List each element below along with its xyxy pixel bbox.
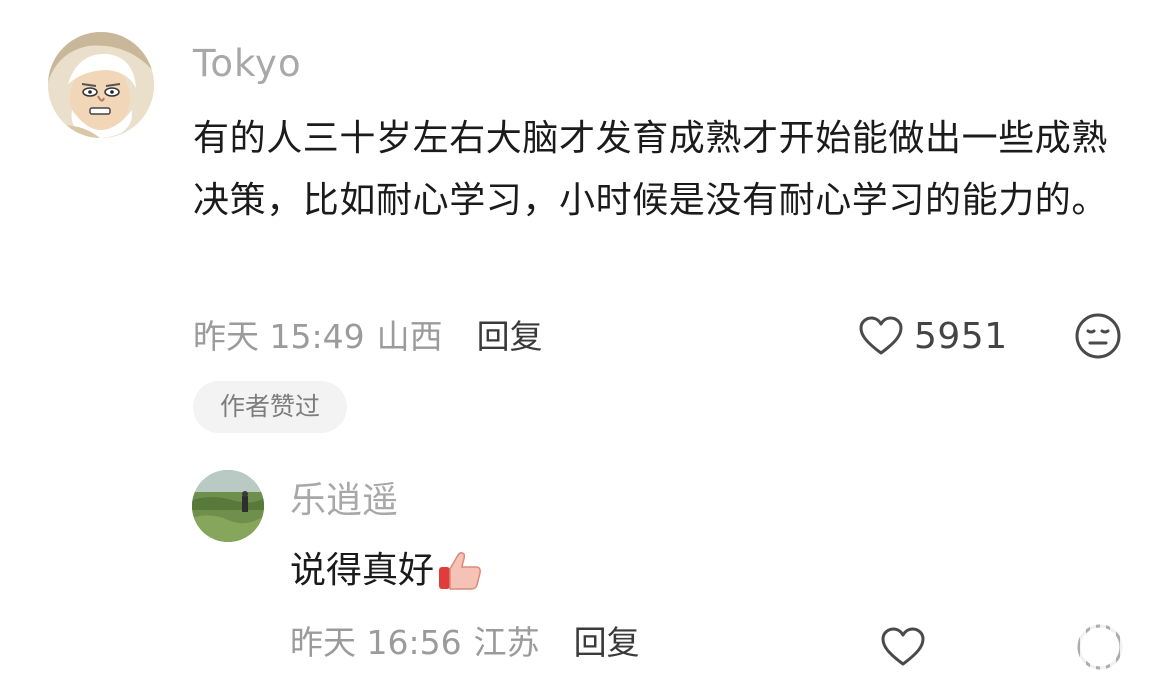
user-avatar[interactable]: [48, 32, 154, 138]
comment-meta: 昨天 15:49 山西 回复: [193, 306, 543, 362]
reply-time: 昨天 16:56: [290, 623, 462, 662]
reply-reply-button[interactable]: 回复: [574, 616, 640, 664]
reply-text: 说得真好: [290, 550, 435, 591]
comment-content: 有的人三十岁左右大脑才发育成熟才开始能做出一些成熟决策，比如耐心学习，小时候是没…: [193, 118, 1109, 221]
comment-username[interactable]: Tokyo: [193, 40, 302, 88]
author-liked-badge: 作者赞过: [193, 381, 347, 433]
reply-content: 说得真好: [290, 540, 484, 602]
reply-username[interactable]: 乐逍遥: [290, 477, 398, 525]
comment-thread: Tokyo 有的人三十岁左右大脑才发育成熟才开始能做出一些成熟决策，比如耐心学习…: [0, 0, 1169, 680]
cartoon-old-man-avatar: [48, 32, 154, 138]
reply-button[interactable]: 回复: [477, 310, 543, 358]
thumbs-up-icon: [439, 551, 481, 590]
dislike-button[interactable]: [1073, 311, 1123, 361]
comment-time: 昨天 15:49: [193, 317, 365, 356]
heart-icon: [859, 316, 903, 355]
like-count: 5951: [914, 315, 1008, 357]
meh-face-icon: [1075, 313, 1121, 359]
heart-icon[interactable]: [880, 626, 926, 668]
watermark-overlay: [940, 618, 1169, 680]
reply-meta: 昨天 16:56 江苏 回复: [290, 612, 640, 668]
like-button[interactable]: 5951: [858, 312, 1008, 360]
reply-user-avatar[interactable]: [192, 470, 264, 542]
reply-location: 江苏: [473, 623, 540, 662]
comment-location: 山西: [376, 317, 443, 356]
grass-field-photo-avatar: [192, 470, 264, 542]
